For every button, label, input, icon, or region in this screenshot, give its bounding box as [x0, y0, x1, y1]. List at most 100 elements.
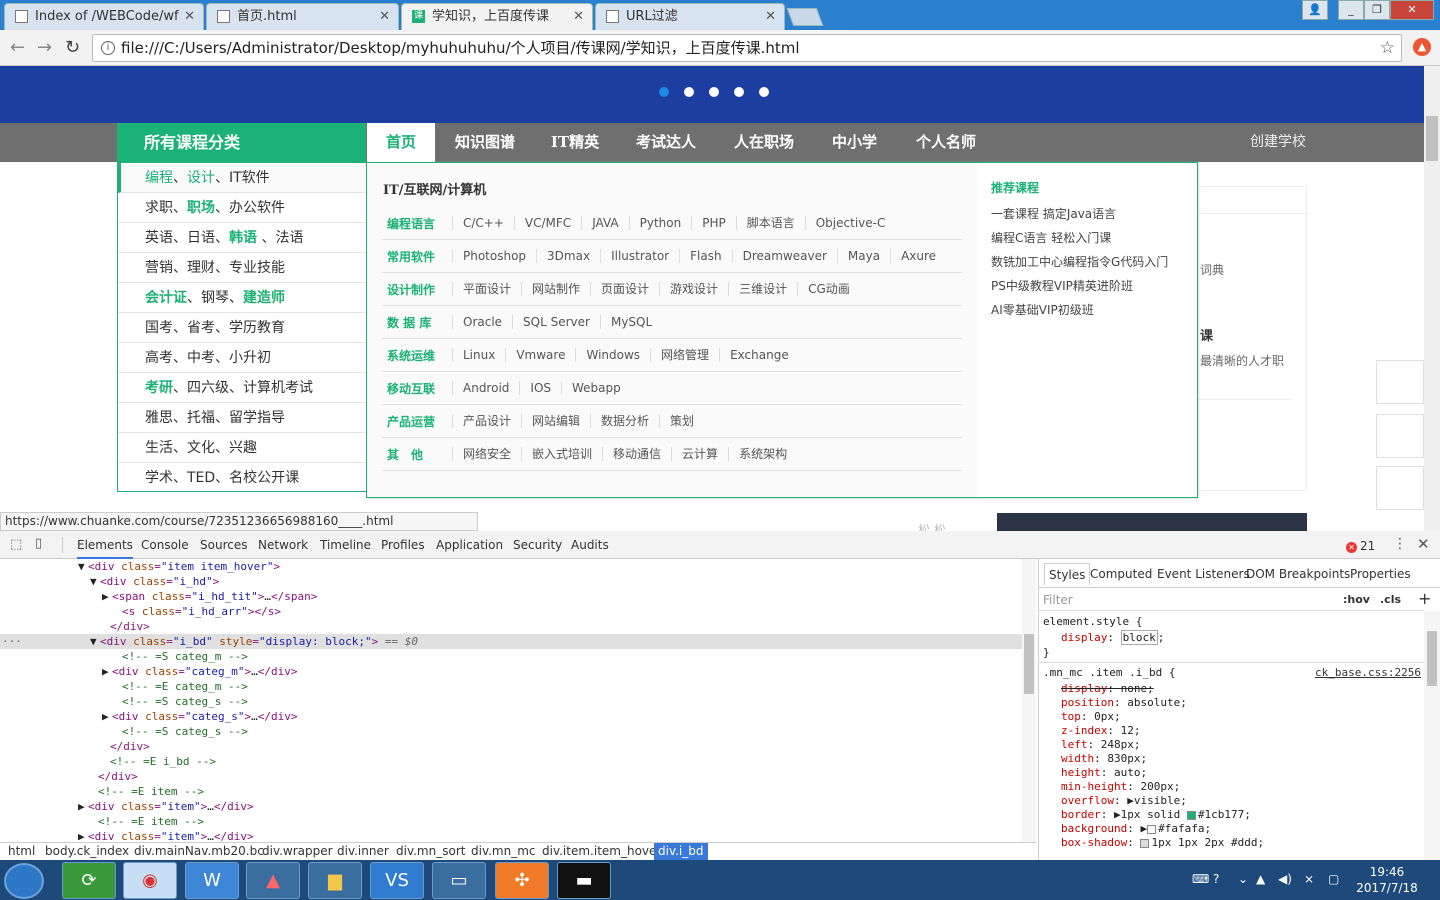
nav-knowledge-map[interactable]: 知识图谱: [445, 123, 525, 162]
breadcrumb-item[interactable]: div.mainNav.mb20.bc: [130, 843, 268, 860]
close-icon[interactable]: ✕: [184, 4, 195, 29]
error-badge[interactable]: ✕ 21: [1346, 539, 1375, 553]
devtools-tab-profiles[interactable]: Profiles: [381, 531, 425, 559]
category-row[interactable]: 营销、理财、专业技能: [118, 253, 366, 283]
nav-exam[interactable]: 考试达人: [626, 123, 706, 162]
panel-row-label[interactable]: 系统运维: [387, 347, 435, 364]
address-bar[interactable]: i file:///C:/Users/Administrator/Desktop…: [92, 34, 1402, 62]
panel-row-link[interactable]: 策划: [659, 414, 704, 428]
panel-row-link[interactable]: 三维设计: [728, 282, 797, 296]
help-icon[interactable]: ?: [1213, 872, 1219, 886]
event-listeners-tab[interactable]: Event Listeners: [1153, 563, 1254, 585]
side-float-button[interactable]: [1376, 360, 1424, 404]
devtools-tab-network[interactable]: Network: [258, 531, 308, 559]
vscode-icon[interactable]: VS: [370, 862, 424, 899]
dom-node[interactable]: ▶ <span class="i_hd_tit">…</span>: [0, 589, 317, 604]
dom-node[interactable]: ▼ <div class="item item_hover">: [0, 559, 280, 574]
more-icon[interactable]: ⋮: [1393, 536, 1407, 552]
remote-desktop-icon[interactable]: ▭: [432, 862, 486, 899]
panel-row-link[interactable]: 移动通信: [602, 447, 671, 461]
properties-tab[interactable]: Properties: [1346, 563, 1415, 585]
styles-scrollbar[interactable]: [1424, 611, 1440, 860]
breadcrumb-item[interactable]: div.i_bd: [654, 843, 708, 860]
panel-row-link[interactable]: JAVA: [581, 216, 628, 230]
dom-node[interactable]: ▶ <div class="item">…</div>: [0, 799, 254, 814]
css-declaration[interactable]: box-shadow: 1px 1px 2px #ddd;: [1061, 836, 1264, 850]
panel-row-link[interactable]: Maya: [836, 249, 890, 263]
forward-icon[interactable]: →: [37, 37, 52, 58]
panel-row-label[interactable]: 数 据 库: [387, 314, 431, 331]
panel-row-link[interactable]: 网站编辑: [521, 414, 590, 428]
computed-tab[interactable]: Computed: [1086, 563, 1156, 585]
xampp-icon[interactable]: ✣: [495, 862, 549, 899]
chrome-icon[interactable]: ◉: [123, 862, 177, 899]
recommend-item[interactable]: AI零基础VIP初级班: [991, 301, 1094, 318]
scrollbar-thumb[interactable]: [1426, 116, 1438, 161]
nav-it-elite[interactable]: IT精英: [540, 123, 610, 162]
panel-row-link[interactable]: 平面设计: [452, 282, 521, 296]
category-row[interactable]: 编程、设计、IT软件: [118, 163, 366, 193]
css-declaration[interactable]: overflow: ▶visible;: [1061, 794, 1187, 808]
panel-row-link[interactable]: 系统架构: [728, 447, 797, 461]
tab-chuanke[interactable]: 课 学知识，上百度传课 ✕: [401, 3, 593, 30]
panel-row-label[interactable]: 常用软件: [387, 248, 435, 265]
side-float-button[interactable]: [1376, 466, 1424, 510]
side-float-button[interactable]: [1376, 414, 1424, 458]
close-icon[interactable]: ✕: [765, 4, 776, 29]
panel-row-link[interactable]: Android: [452, 381, 519, 395]
create-school-link[interactable]: 创建学校: [1250, 123, 1306, 162]
dom-node[interactable]: ▶ <div class="item">…</div>: [0, 829, 254, 842]
carousel-dot[interactable]: [684, 87, 694, 97]
panel-row-link[interactable]: 数据分析: [590, 414, 659, 428]
devtools-close-icon[interactable]: ✕: [1417, 535, 1430, 553]
page-scrollbar[interactable]: [1424, 66, 1440, 531]
dom-node[interactable]: <!-- =E item -->: [0, 784, 204, 799]
panel-row-link[interactable]: MySQL: [599, 315, 662, 329]
panel-row-link[interactable]: 游戏设计: [659, 282, 728, 296]
panel-row-label[interactable]: 移动互联: [387, 380, 435, 397]
new-tab-button[interactable]: [786, 8, 824, 26]
category-row[interactable]: 学术、TED、名校公开课: [118, 463, 366, 493]
app-icon-red[interactable]: ▲: [246, 862, 300, 899]
panel-row-link[interactable]: Vmware: [505, 348, 575, 362]
panel-row-link[interactable]: Oracle: [452, 315, 512, 329]
panel-row-link[interactable]: 云计算: [671, 447, 728, 461]
nav-career[interactable]: 人在职场: [724, 123, 804, 162]
panel-row-link[interactable]: 网站制作: [521, 282, 590, 296]
recommend-item[interactable]: 一套课程 搞定Java语言: [991, 205, 1116, 222]
panel-row-link[interactable]: Axure: [890, 249, 946, 263]
devtools-tab-application[interactable]: Application: [436, 531, 503, 559]
dom-node[interactable]: ▶ <div class="categ_s">…</div>: [0, 709, 297, 724]
breadcrumb-item[interactable]: div.mn_sort: [392, 843, 469, 860]
dom-node[interactable]: <!-- =S categ_m -->: [0, 649, 248, 664]
css-declaration[interactable]: display: none;: [1061, 682, 1154, 696]
panel-row-label[interactable]: 其 他: [387, 446, 423, 463]
panel-row-link[interactable]: IOS: [519, 381, 561, 395]
device-icon[interactable]: ▯: [35, 536, 42, 551]
media-thumbnail[interactable]: [997, 513, 1307, 531]
explorer-icon[interactable]: ▆: [308, 862, 362, 899]
panel-row-link[interactable]: Flash: [679, 249, 731, 263]
dom-node[interactable]: <!-- =E categ_m -->: [0, 679, 248, 694]
category-row[interactable]: 考研、四六级、计算机考试: [118, 373, 366, 403]
row-menu-icon[interactable]: ···: [2, 634, 22, 649]
carousel-dot[interactable]: [759, 87, 769, 97]
close-icon[interactable]: ✕: [379, 4, 390, 29]
dom-node[interactable]: ▶ <div class="categ_m">…</div>: [0, 664, 297, 679]
css-declaration[interactable]: background: ▶ #fafafa;: [1061, 822, 1211, 836]
css-declaration[interactable]: width: 830px;: [1061, 752, 1147, 766]
breadcrumb-item[interactable]: div.item.item_hover: [538, 843, 665, 860]
windows-start-button[interactable]: [4, 863, 44, 899]
category-row[interactable]: 求职、职场、办公软件: [118, 193, 366, 223]
panel-row-link[interactable]: Dreamweaver: [731, 249, 837, 263]
panel-row-label[interactable]: 产品运营: [387, 413, 435, 430]
panel-row-label[interactable]: 编程语言: [387, 215, 435, 232]
bookmark-star-icon[interactable]: ☆: [1380, 35, 1395, 61]
category-row[interactable]: 会计证、钢琴、建造师: [118, 283, 366, 313]
nav-home[interactable]: 首页: [367, 123, 435, 162]
carousel-dot[interactable]: [709, 87, 719, 97]
tab-home-html[interactable]: 首页.html ✕: [206, 3, 399, 30]
panel-row-link[interactable]: Webapp: [561, 381, 631, 395]
carousel-dot[interactable]: [659, 87, 669, 97]
category-row[interactable]: 英语、日语、韩语 、法语: [118, 223, 366, 253]
